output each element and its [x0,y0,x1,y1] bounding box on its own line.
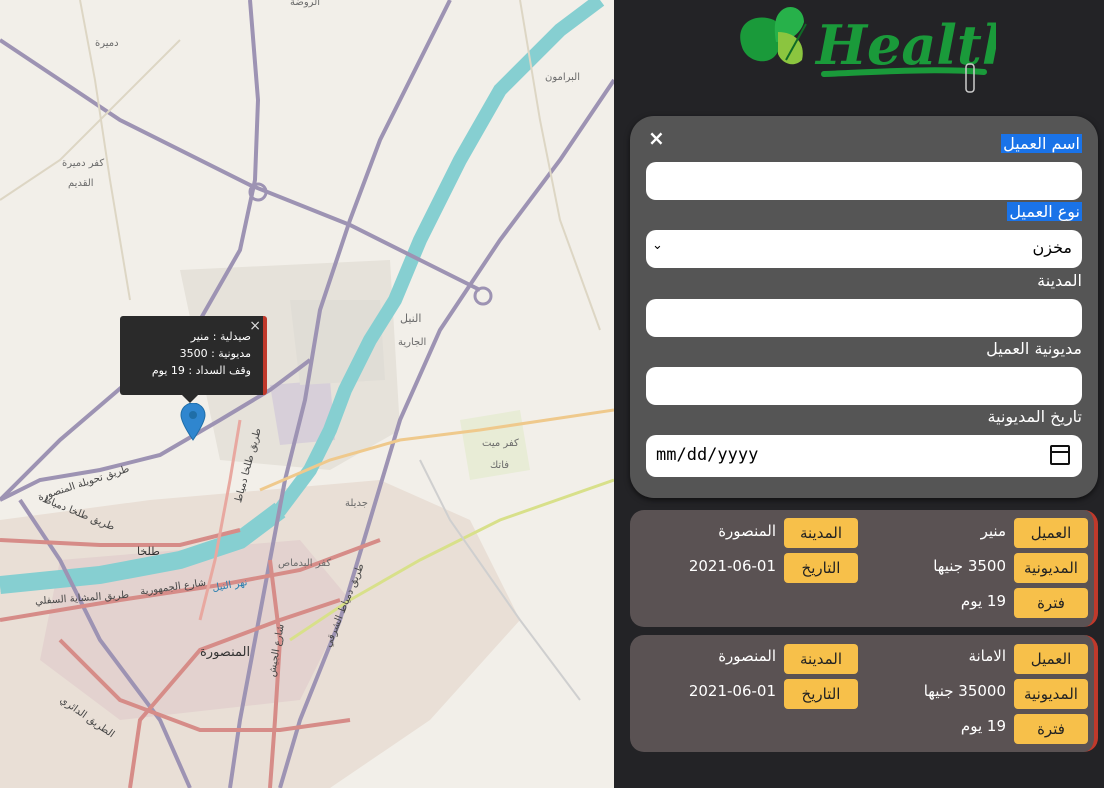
map-label-talkha: طلخا [137,545,160,558]
debt-date-label: تاريخ المديونية [987,407,1082,426]
debt-date-input[interactable]: mm/dd/yyyy [646,435,1082,477]
customer-type-value: مخزن [1032,238,1072,257]
calendar-icon[interactable] [1050,445,1070,465]
popup-tip [182,395,198,403]
close-form-icon[interactable]: × [648,126,665,150]
period-value: 19 يوم [960,717,1006,735]
popup-line-pharmacy: صيدلية : منير [190,330,251,343]
debt-input[interactable] [646,367,1082,405]
logo-text: Healthy [814,13,996,77]
date-tag: التاريخ [784,679,858,709]
city-label: المدينة [1037,271,1082,290]
map-label-nile: النيل [400,312,422,325]
chevron-down-icon: ⌄ [652,238,663,253]
period-tag: فترة [1014,714,1088,744]
debt-value: 3500 جنيها [933,557,1006,575]
map-label-fatek: فاتك [490,460,510,471]
debt-tag: المديونية [1014,679,1088,709]
map-label-kafr-mit: كفر ميت [482,438,519,449]
customer-name-label: اسم العميل [1001,134,1082,153]
map-label-bermon: البرامون [545,72,581,83]
customer-type-label: نوع العميل [1007,202,1082,221]
popup-close-icon[interactable]: × [249,318,261,335]
period-tag: فترة [1014,588,1088,618]
map-label-rawda: الروضة [290,0,321,8]
debt-label: مديونية العميل [986,339,1082,358]
city-tag: المدينة [784,518,858,548]
healthy-logo: Healthy [740,7,996,93]
map-label-kafr-demira: كفر دميرة [62,158,105,169]
date-value: 2021-06-01 [688,682,776,700]
popup-line-stop: وقف السداد : 19 يوم [151,364,251,377]
map-popup: × صيدلية : منير مديونية : 3500 وقف السدا… [120,316,267,403]
debt-value: 35000 جنيها [923,682,1006,700]
map-tiles [0,0,614,788]
customer-type-select[interactable]: مخزن ⌄ [646,230,1082,268]
sidebar: Healthy × اسم العميل نوع العميل مخزن ⌄ ا… [614,0,1104,788]
customer-tag: العميل [1014,518,1088,548]
customer-card[interactable]: العميل منير المدينة المنصورة المديونية 3… [630,510,1098,627]
date-value: 2021-06-01 [688,557,776,575]
map-label-gareya: الجارية [398,337,427,348]
customer-value: الامانة [968,647,1006,665]
map-label-damira: دميرة [95,38,119,49]
date-tag: التاريخ [784,553,858,583]
customer-form: × اسم العميل نوع العميل مخزن ⌄ المدينة م… [630,116,1098,498]
city-value: المنصورة [718,522,776,540]
popup-line-debt: مديونية : 3500 [179,347,251,360]
city-tag: المدينة [784,644,858,674]
debt-date-placeholder: mm/dd/yyyy [656,445,759,465]
map-label-mansoura: المنصورة [200,645,251,660]
customer-value: منير [980,522,1006,540]
map-label-kafr-badamas: كفر البدماص [278,558,332,569]
map-label-qadim: القديم [68,178,94,189]
customer-tag: العميل [1014,644,1088,674]
map-view[interactable]: الروضة دميرة البرامون كفر دميرة القديم ا… [0,0,614,788]
map-marker-icon[interactable] [180,403,206,441]
debt-tag: المديونية [1014,553,1088,583]
city-input[interactable] [646,299,1082,337]
city-value: المنصورة [718,647,776,665]
customer-name-input[interactable] [646,162,1082,200]
customer-card[interactable]: العميل الامانة المدينة المنصورة المديوني… [630,635,1098,752]
map-label-gadila: جديلة [345,498,368,509]
period-value: 19 يوم [960,592,1006,610]
